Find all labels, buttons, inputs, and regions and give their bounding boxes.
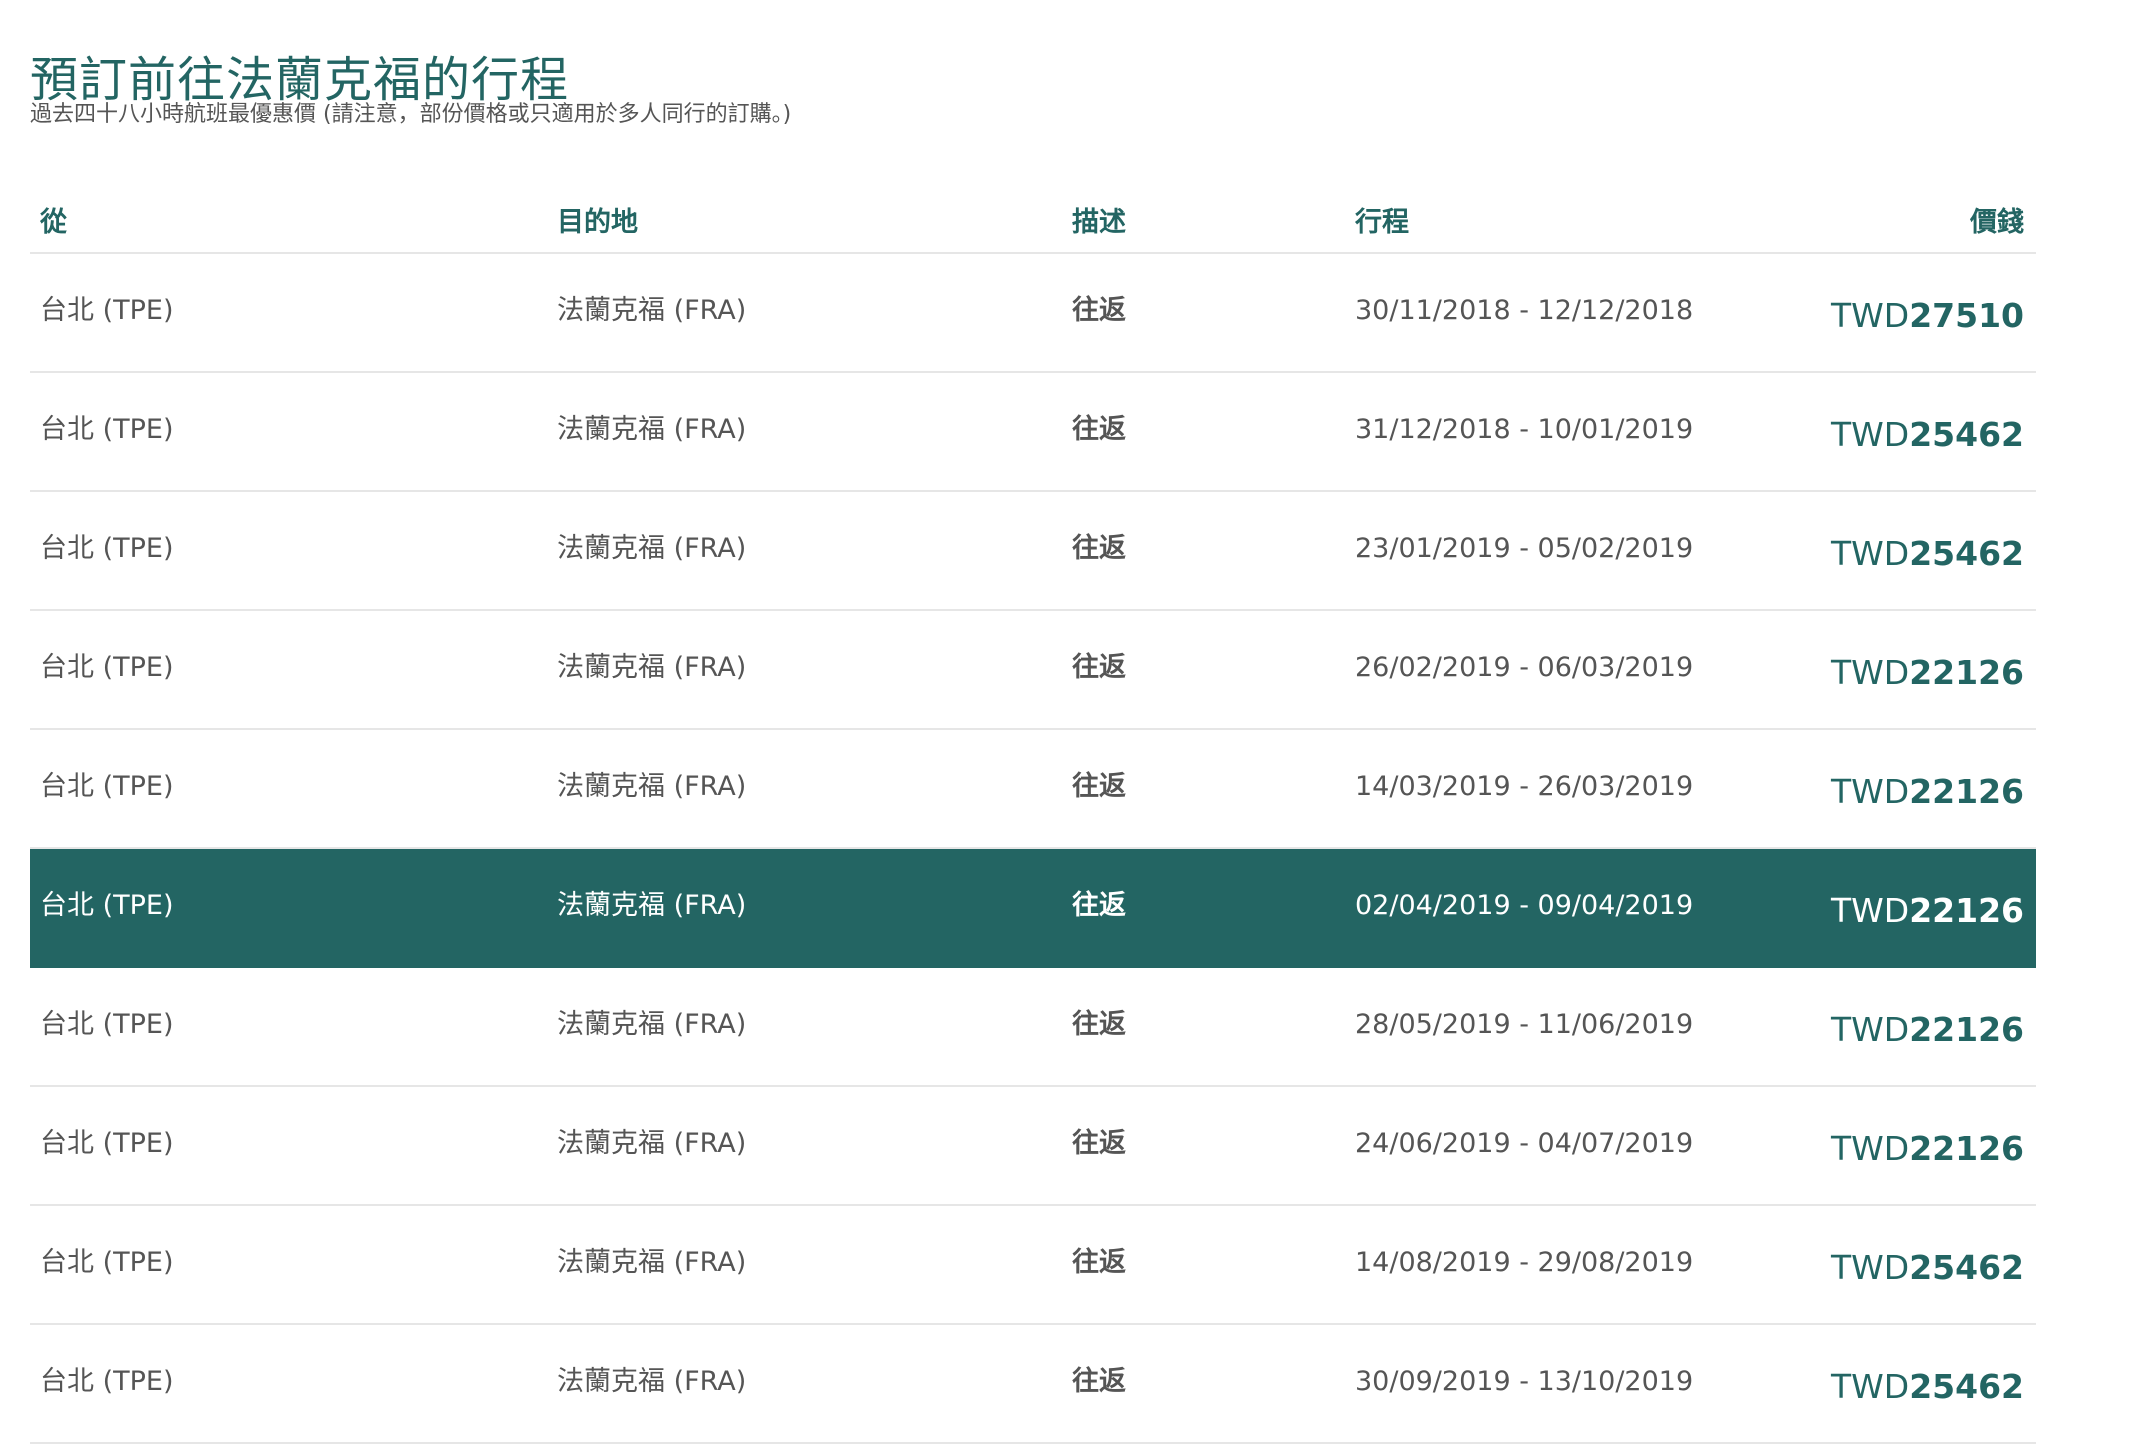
cell-from: 台北 (TPE): [40, 533, 174, 564]
cell-description: 往返: [1072, 1366, 1126, 1397]
price-amount: 25462: [1909, 534, 2024, 573]
cell-itinerary: 02/04/2019 - 09/04/2019: [1355, 890, 1694, 921]
cell-itinerary: 24/06/2019 - 04/07/2019: [1355, 1128, 1694, 1159]
price-currency: TWD: [1830, 772, 1910, 811]
price-amount: 22126: [1909, 1010, 2024, 1049]
table-row[interactable]: 台北 (TPE) 法蘭克福 (FRA) 往返 23/01/2019 - 05/0…: [30, 492, 2036, 611]
cell-price: TWD27510: [1831, 296, 2024, 336]
cell-from: 台北 (TPE): [40, 890, 174, 921]
table-row[interactable]: 台北 (TPE) 法蘭克福 (FRA) 往返 30/09/2019 - 13/1…: [30, 1325, 2036, 1444]
table-row[interactable]: 台北 (TPE) 法蘭克福 (FRA) 往返 14/03/2019 - 26/0…: [30, 730, 2036, 849]
header-from: 從: [40, 207, 67, 238]
price-amount: 22126: [1909, 1129, 2024, 1168]
cell-from: 台北 (TPE): [40, 652, 174, 683]
header-itinerary: 行程: [1355, 207, 1409, 238]
price-currency: TWD: [1830, 1367, 1910, 1406]
cell-destination: 法蘭克福 (FRA): [557, 1128, 747, 1159]
cell-price: TWD22126: [1831, 653, 2024, 693]
cell-price: TWD25462: [1831, 1248, 2024, 1288]
cell-from: 台北 (TPE): [40, 1366, 174, 1397]
cell-price: TWD22126: [1831, 891, 2024, 931]
cell-price: TWD25462: [1831, 534, 2024, 574]
cell-destination: 法蘭克福 (FRA): [557, 414, 747, 445]
price-amount: 25462: [1909, 1367, 2024, 1406]
cell-itinerary: 14/08/2019 - 29/08/2019: [1355, 1247, 1694, 1278]
cell-price: TWD25462: [1831, 415, 2024, 455]
cell-description: 往返: [1072, 1009, 1126, 1040]
cell-price: TWD22126: [1831, 772, 2024, 812]
price-currency: TWD: [1830, 891, 1910, 930]
page-subtitle: 過去四十八小時航班最優惠價 (請注意，部份價格或只適用於多人同行的訂購。): [30, 102, 792, 127]
price-amount: 27510: [1909, 296, 2024, 335]
cell-destination: 法蘭克福 (FRA): [557, 1009, 747, 1040]
header-price: 價錢: [1970, 207, 2024, 238]
cell-description: 往返: [1072, 533, 1126, 564]
cell-itinerary: 14/03/2019 - 26/03/2019: [1355, 771, 1694, 802]
table-row[interactable]: 台北 (TPE) 法蘭克福 (FRA) 往返 28/05/2019 - 11/0…: [30, 968, 2036, 1087]
cell-description: 往返: [1072, 414, 1126, 445]
cell-itinerary: 30/09/2019 - 13/10/2019: [1355, 1366, 1694, 1397]
cell-itinerary: 31/12/2018 - 10/01/2019: [1355, 414, 1694, 445]
cell-description: 往返: [1072, 1128, 1126, 1159]
cell-from: 台北 (TPE): [40, 1128, 174, 1159]
cell-destination: 法蘭克福 (FRA): [557, 890, 747, 921]
price-amount: 22126: [1909, 772, 2024, 811]
table-row[interactable]: 台北 (TPE) 法蘭克福 (FRA) 往返 30/11/2018 - 12/1…: [30, 254, 2036, 373]
price-currency: TWD: [1830, 1248, 1910, 1287]
table-row[interactable]: 台北 (TPE) 法蘭克福 (FRA) 往返 24/06/2019 - 04/0…: [30, 1087, 2036, 1206]
table-row[interactable]: 台北 (TPE) 法蘭克福 (FRA) 往返 26/02/2019 - 06/0…: [30, 611, 2036, 730]
cell-from: 台北 (TPE): [40, 1247, 174, 1278]
table-row[interactable]: 台北 (TPE) 法蘭克福 (FRA) 往返 31/12/2018 - 10/0…: [30, 373, 2036, 492]
price-amount: 25462: [1909, 415, 2024, 454]
price-currency: TWD: [1830, 415, 1910, 454]
table-body: 台北 (TPE) 法蘭克福 (FRA) 往返 30/11/2018 - 12/1…: [30, 254, 2036, 1444]
cell-destination: 法蘭克福 (FRA): [557, 652, 747, 683]
cell-itinerary: 26/02/2019 - 06/03/2019: [1355, 652, 1694, 683]
cell-destination: 法蘭克福 (FRA): [557, 771, 747, 802]
cell-from: 台北 (TPE): [40, 1009, 174, 1040]
price-currency: TWD: [1830, 653, 1910, 692]
cell-description: 往返: [1072, 1247, 1126, 1278]
price-amount: 22126: [1909, 653, 2024, 692]
header-destination: 目的地: [557, 207, 638, 238]
cell-description: 往返: [1072, 771, 1126, 802]
cell-description: 往返: [1072, 295, 1126, 326]
header-description: 描述: [1072, 207, 1126, 238]
table-row[interactable]: 台北 (TPE) 法蘭克福 (FRA) 往返 14/08/2019 - 29/0…: [30, 1206, 2036, 1325]
price-currency: TWD: [1830, 296, 1910, 335]
cell-description: 往返: [1072, 890, 1126, 921]
fares-page: 預訂前往法蘭克福的行程 過去四十八小時航班最優惠價 (請注意，部份價格或只適用於…: [0, 0, 2138, 1452]
price-currency: TWD: [1830, 1010, 1910, 1049]
table-row[interactable]: 台北 (TPE) 法蘭克福 (FRA) 往返 02/04/2019 - 09/0…: [30, 849, 2036, 968]
cell-from: 台北 (TPE): [40, 295, 174, 326]
fares-table: 從 目的地 描述 行程 價錢 台北 (TPE) 法蘭克福 (FRA) 往返 30…: [30, 190, 2036, 1444]
cell-price: TWD22126: [1831, 1010, 2024, 1050]
price-currency: TWD: [1830, 534, 1910, 573]
price-amount: 25462: [1909, 1248, 2024, 1287]
price-amount: 22126: [1909, 891, 2024, 930]
table-header: 從 目的地 描述 行程 價錢: [30, 190, 2036, 254]
cell-itinerary: 23/01/2019 - 05/02/2019: [1355, 533, 1694, 564]
cell-destination: 法蘭克福 (FRA): [557, 1366, 747, 1397]
cell-itinerary: 30/11/2018 - 12/12/2018: [1355, 295, 1694, 326]
cell-destination: 法蘭克福 (FRA): [557, 295, 747, 326]
cell-price: TWD22126: [1831, 1129, 2024, 1169]
cell-destination: 法蘭克福 (FRA): [557, 1247, 747, 1278]
cell-destination: 法蘭克福 (FRA): [557, 533, 747, 564]
price-currency: TWD: [1830, 1129, 1910, 1168]
cell-itinerary: 28/05/2019 - 11/06/2019: [1355, 1009, 1694, 1040]
cell-from: 台北 (TPE): [40, 771, 174, 802]
cell-from: 台北 (TPE): [40, 414, 174, 445]
cell-description: 往返: [1072, 652, 1126, 683]
cell-price: TWD25462: [1831, 1367, 2024, 1407]
